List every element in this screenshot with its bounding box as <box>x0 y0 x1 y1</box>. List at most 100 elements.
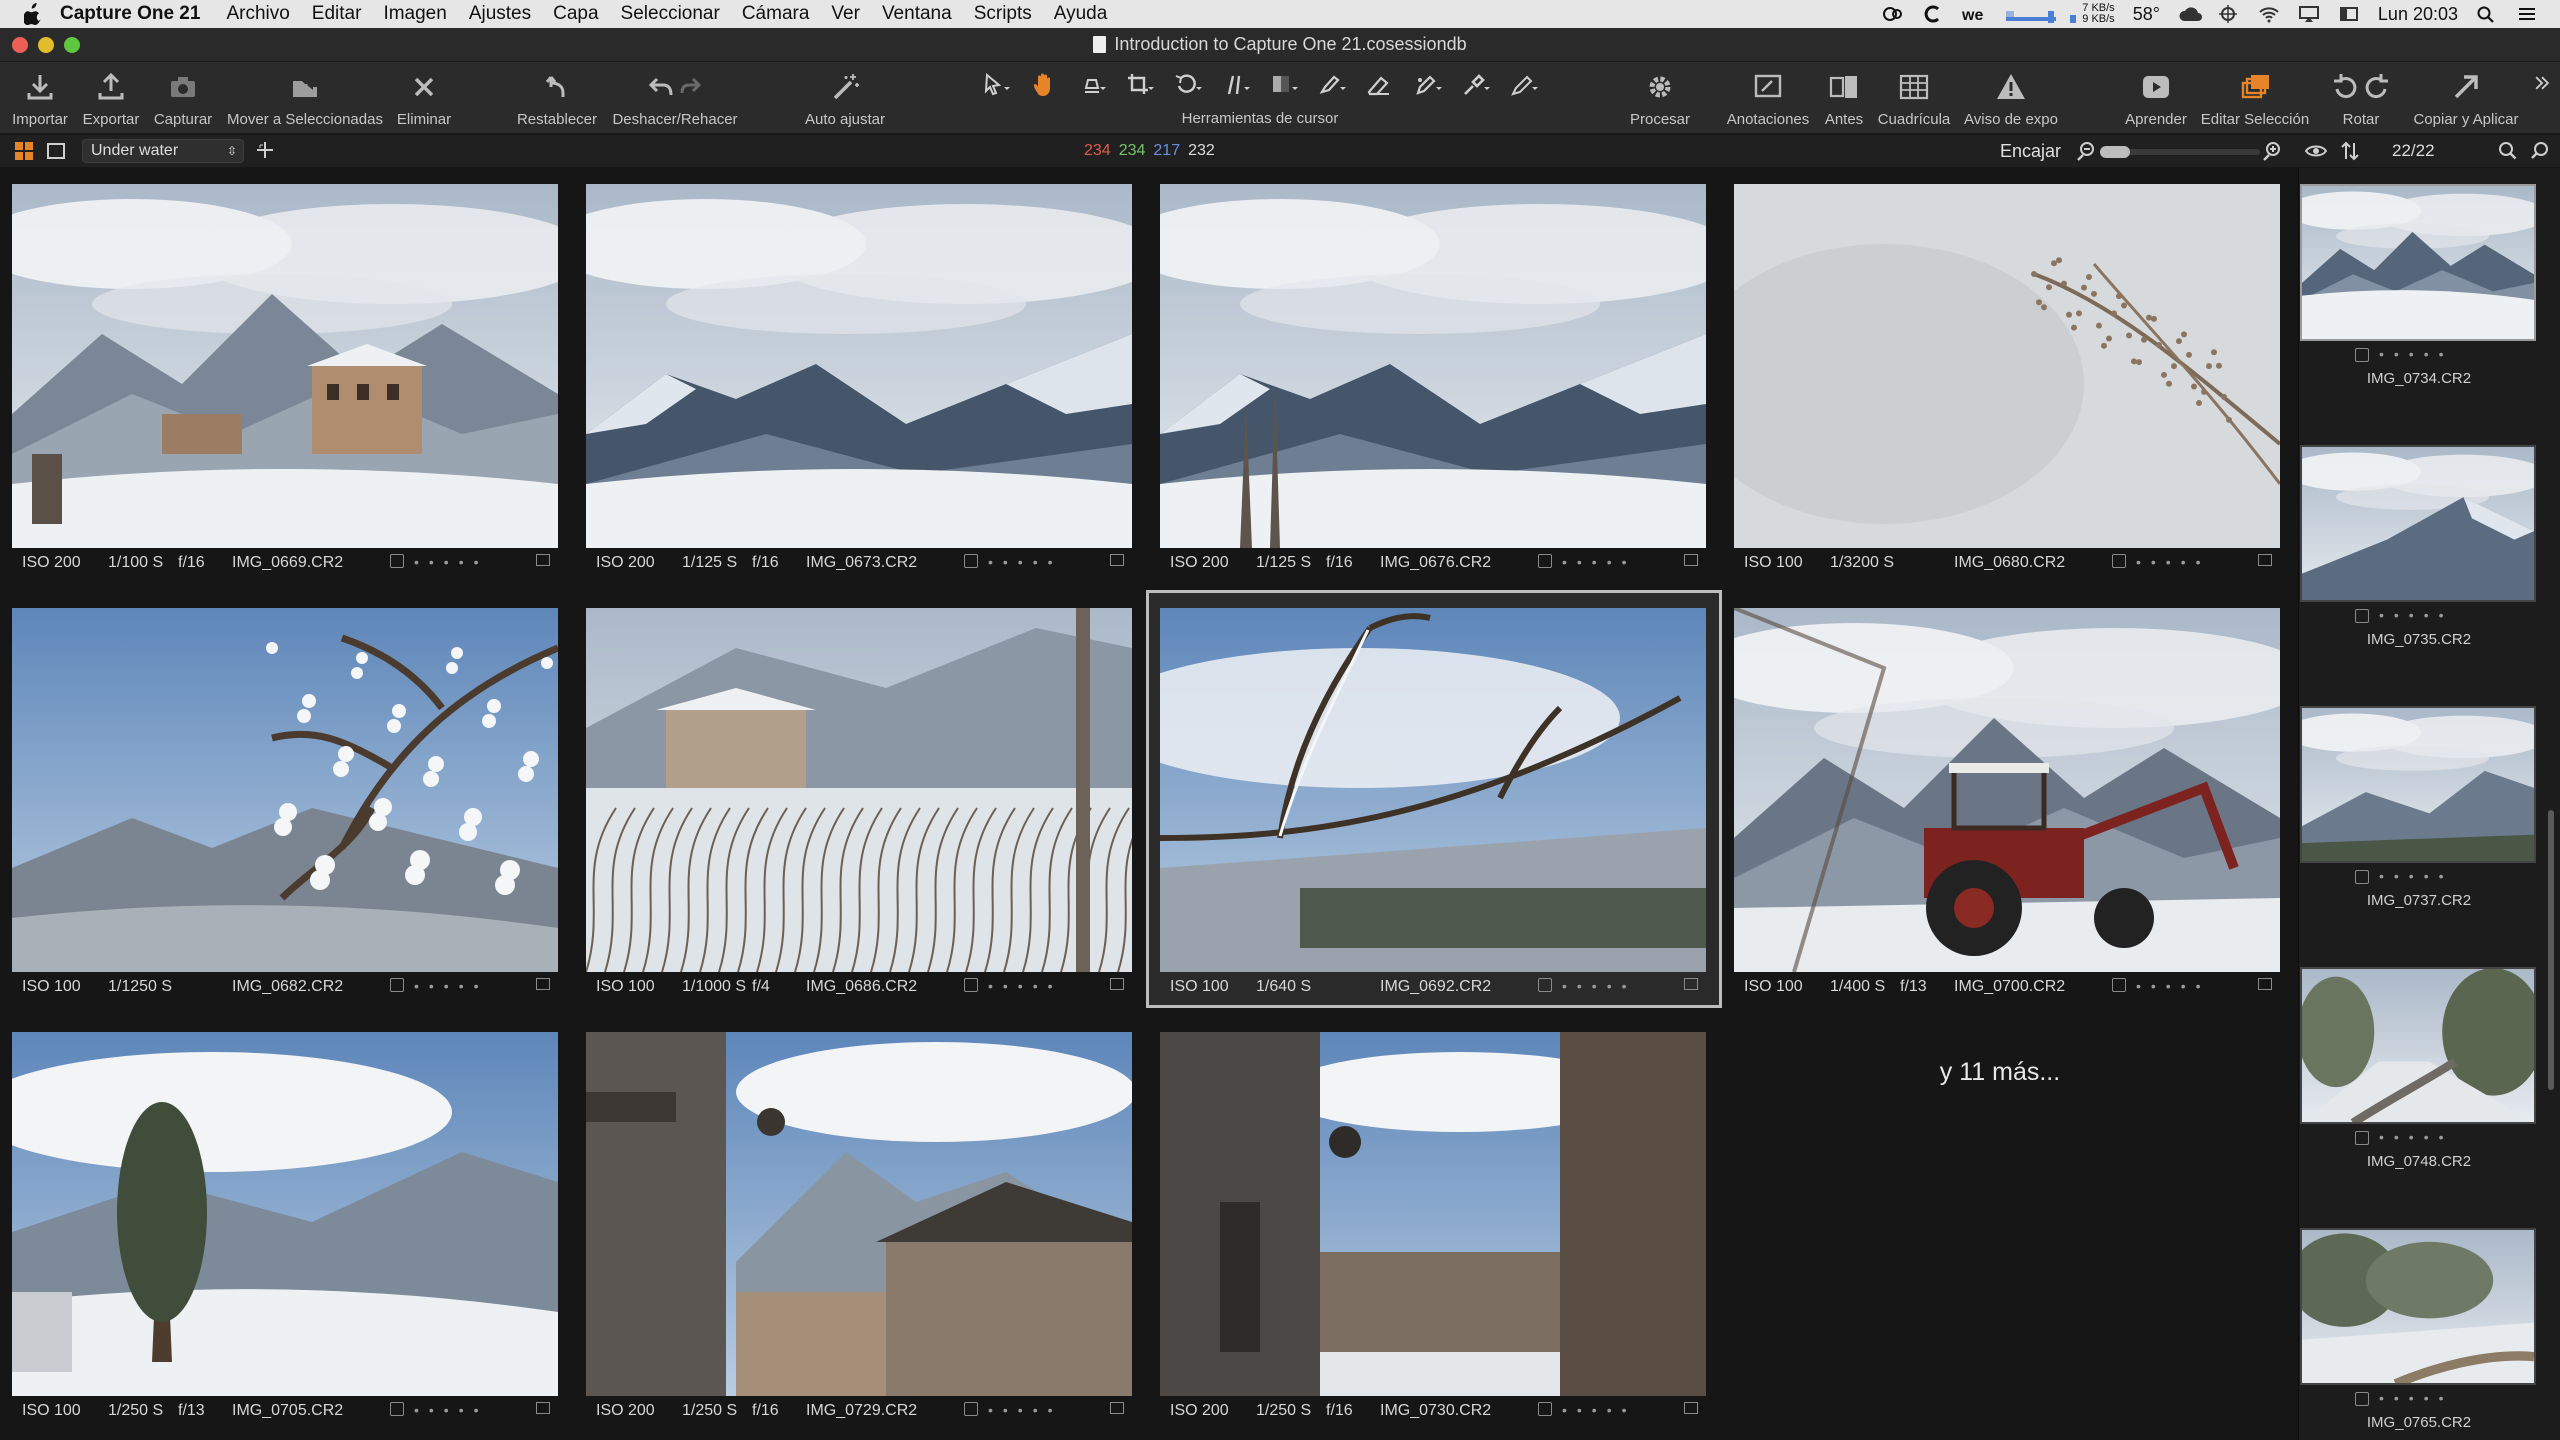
menu-ver[interactable]: Ver <box>831 3 860 25</box>
menu-app-name[interactable]: Capture One 21 <box>60 3 200 25</box>
star-rating[interactable]: ••••• <box>988 554 1063 570</box>
thumbnail-image[interactable] <box>1160 1032 1706 1396</box>
c-app-icon[interactable] <box>1922 5 1944 23</box>
select-checkbox[interactable] <box>2112 978 2126 992</box>
thumbnail-cell[interactable]: ISO 100 1/400 S f/13 IMG_0700.CR2 ••••• <box>1722 592 2294 1006</box>
thumbnail-image[interactable] <box>12 184 558 548</box>
thumbnail-image[interactable] <box>1160 608 1706 972</box>
airplay-icon[interactable] <box>2298 5 2320 23</box>
spotlight-search-icon[interactable] <box>2476 5 2498 23</box>
star-rating[interactable]: ••••• <box>2379 346 2454 362</box>
keystone-tool-icon[interactable] <box>1216 70 1256 100</box>
filmstrip-item[interactable]: ••••• IMG_0748.CR2 <box>2299 951 2560 1211</box>
learn-button[interactable]: Aprender <box>2116 62 2196 134</box>
select-checkbox[interactable] <box>2355 1131 2369 1145</box>
thumbnail-image[interactable] <box>1160 184 1706 548</box>
import-button[interactable]: Importar <box>6 62 74 134</box>
select-checkbox[interactable] <box>1538 554 1552 568</box>
menu-editar[interactable]: Editar <box>312 3 362 25</box>
auto-adjust-button[interactable]: Auto ajustar <box>790 62 900 134</box>
filmstrip-thumbnail[interactable] <box>2300 967 2536 1124</box>
zoom-out-icon[interactable] <box>2076 141 2096 166</box>
capture-button[interactable]: Capturar <box>148 62 218 134</box>
close-window-button[interactable] <box>12 37 28 53</box>
copy-apply-button[interactable]: Copiar y Aplicar <box>2404 62 2528 134</box>
filmstrip-thumbnail[interactable] <box>2300 445 2536 602</box>
select-checkbox[interactable] <box>390 978 404 992</box>
select-checkbox[interactable] <box>390 554 404 568</box>
menu-archivo[interactable]: Archivo <box>226 3 289 25</box>
star-rating[interactable]: ••••• <box>2379 1390 2454 1406</box>
menu-capa[interactable]: Capa <box>553 3 598 25</box>
select-checkbox[interactable] <box>2112 554 2126 568</box>
zoom-window-button[interactable] <box>64 37 80 53</box>
menu-ayuda[interactable]: Ayuda <box>1054 3 1108 25</box>
star-rating[interactable]: ••••• <box>414 978 489 994</box>
thumbnail-image[interactable] <box>1734 608 2280 972</box>
filmstrip-scrollbar[interactable] <box>2548 810 2554 1090</box>
filmstrip-item[interactable]: ••••• IMG_0765.CR2 <box>2299 1212 2560 1440</box>
filmstrip-thumbnail[interactable] <box>2300 706 2536 863</box>
draw-mask-icon[interactable] <box>1408 70 1448 100</box>
annotations-button[interactable]: Anotaciones <box>1720 62 1816 134</box>
select-checkbox[interactable] <box>964 978 978 992</box>
rotate-tool-icon[interactable] <box>1168 70 1208 100</box>
select-checkbox[interactable] <box>964 1402 978 1416</box>
minimize-window-button[interactable] <box>38 37 54 53</box>
star-rating[interactable]: ••••• <box>414 554 489 570</box>
process-button[interactable]: Procesar <box>1618 62 1702 134</box>
select-checkbox[interactable] <box>964 554 978 568</box>
collection-select[interactable]: Under water ⇳ <box>82 139 244 163</box>
select-checkbox[interactable] <box>2355 870 2369 884</box>
eraser-tool-icon[interactable] <box>1360 70 1400 100</box>
filmstrip-item[interactable]: ••••• IMG_0734.CR2 <box>2299 168 2560 428</box>
gradient-mask-icon[interactable] <box>1264 70 1304 100</box>
menu-ventana[interactable]: Ventana <box>882 3 952 25</box>
single-view-icon[interactable] <box>46 141 66 166</box>
menu-imagen[interactable]: Imagen <box>383 3 446 25</box>
star-rating[interactable]: ••••• <box>2136 554 2211 570</box>
exposure-warning-button[interactable]: Aviso de expo <box>1956 62 2066 134</box>
star-rating[interactable]: ••••• <box>1562 554 1637 570</box>
sidebar-toggle-icon[interactable] <box>2338 5 2360 23</box>
thumbnail-image[interactable] <box>586 608 1132 972</box>
thumbnail-image[interactable] <box>586 184 1132 548</box>
star-rating[interactable]: ••••• <box>1562 978 1637 994</box>
brush-tool-icon[interactable] <box>1312 70 1352 100</box>
select-checkbox[interactable] <box>390 1402 404 1416</box>
crosshair-icon[interactable] <box>2218 5 2240 23</box>
thumbnail-image[interactable] <box>12 608 558 972</box>
select-checkbox[interactable] <box>2355 1392 2369 1406</box>
thumbnail-cell[interactable]: ISO 100 1/640 S IMG_0692.CR2 ••••• <box>1146 590 1722 1008</box>
star-rating[interactable]: ••••• <box>988 978 1063 994</box>
select-cursor-icon[interactable] <box>976 70 1016 100</box>
thumbnail-cell[interactable]: ISO 200 1/100 S f/16 IMG_0669.CR2 ••••• <box>0 168 572 582</box>
thumbnail-image[interactable] <box>12 1032 558 1396</box>
picker-tool-icon[interactable] <box>1456 70 1496 100</box>
search-icon[interactable] <box>2498 141 2518 166</box>
grid-button[interactable]: Cuadrícula <box>1872 62 1956 134</box>
star-rating[interactable]: ••••• <box>2136 978 2211 994</box>
eye-icon[interactable] <box>2304 141 2328 166</box>
export-button[interactable]: Exportar <box>74 62 148 134</box>
menu-camara[interactable]: Cámara <box>742 3 810 25</box>
select-checkbox[interactable] <box>2355 348 2369 362</box>
thumbnail-cell[interactable]: ISO 200 1/250 S f/16 IMG_0730.CR2 ••••• <box>1148 1016 1720 1430</box>
filmstrip-item[interactable]: ••••• IMG_0735.CR2 <box>2299 429 2560 689</box>
annotation-pen-icon[interactable] <box>1504 70 1544 100</box>
move-to-selects-button[interactable]: Mover a Seleccionadas <box>220 62 390 134</box>
reset-button[interactable]: Restablecer <box>512 62 602 134</box>
star-rating[interactable]: ••••• <box>2379 607 2454 623</box>
select-checkbox[interactable] <box>2355 609 2369 623</box>
thumbnail-image[interactable] <box>586 1032 1132 1396</box>
grid-view-icon[interactable] <box>14 141 34 166</box>
wifi-icon[interactable] <box>2258 5 2280 23</box>
cloud-icon[interactable] <box>2178 5 2202 23</box>
star-rating[interactable]: ••••• <box>2379 1129 2454 1145</box>
filmstrip-thumbnail[interactable] <box>2300 1228 2536 1385</box>
star-rating[interactable]: ••••• <box>2379 868 2454 884</box>
add-icon[interactable] <box>254 139 276 166</box>
we-icon[interactable]: we <box>1961 5 1984 24</box>
clock[interactable]: Lun 20:03 <box>2378 4 2458 25</box>
star-rating[interactable]: ••••• <box>1562 1402 1637 1418</box>
